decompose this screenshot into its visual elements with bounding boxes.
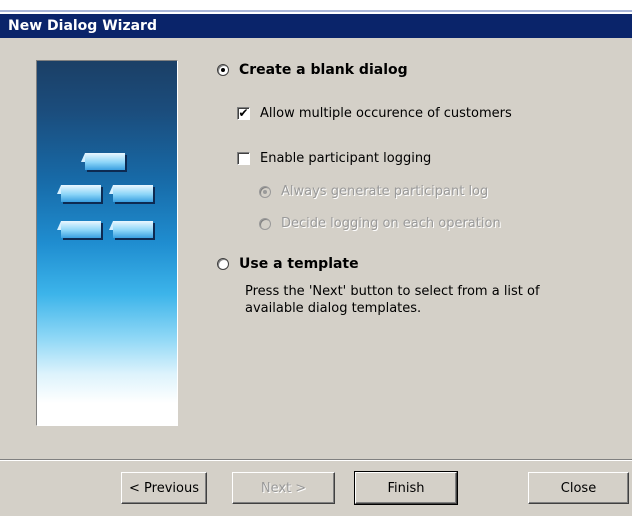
- template-description-line2: available dialog templates.: [245, 301, 422, 316]
- close-button[interactable]: Close: [528, 472, 629, 504]
- template-description: Press the 'Next' button to select from a…: [245, 283, 585, 317]
- create-blank-option[interactable]: Create a blank dialog: [217, 62, 408, 78]
- use-template-option[interactable]: Use a template: [217, 256, 359, 272]
- enable-logging-option[interactable]: Enable participant logging: [237, 151, 431, 166]
- previous-button[interactable]: < Previous: [121, 472, 207, 504]
- use-template-radio[interactable]: [217, 258, 229, 270]
- decide-logging-label: Decide logging on each operation: [281, 216, 501, 231]
- block-icon: [109, 221, 153, 238]
- always-generate-radio: [259, 185, 271, 198]
- enable-logging-label: Enable participant logging: [260, 151, 432, 166]
- template-description-line1: Press the 'Next' button to select from a…: [245, 284, 540, 299]
- block-icon: [81, 153, 125, 170]
- always-generate-option: Always generate participant log: [259, 184, 488, 199]
- top-strip: [0, 0, 632, 14]
- decide-logging-radio: [259, 217, 271, 230]
- block-icon: [57, 221, 101, 238]
- next-button[interactable]: Next >: [232, 472, 335, 504]
- create-blank-radio[interactable]: [217, 64, 229, 76]
- block-icon: [57, 185, 101, 202]
- finish-button[interactable]: Finish: [354, 471, 458, 505]
- decide-logging-option: Decide logging on each operation: [259, 216, 501, 231]
- block-icon: [109, 185, 153, 202]
- always-generate-label: Always generate participant log: [281, 184, 489, 199]
- button-separator: [0, 459, 632, 461]
- allow-multiple-label: Allow multiple occurence of customers: [260, 106, 512, 121]
- allow-multiple-checkbox[interactable]: ✔: [237, 107, 250, 120]
- enable-logging-checkbox[interactable]: [237, 152, 250, 165]
- create-blank-label: Create a blank dialog: [239, 62, 408, 78]
- window-title: New Dialog Wizard: [0, 14, 632, 38]
- wizard-banner-image: [36, 60, 178, 426]
- use-template-label: Use a template: [239, 256, 359, 272]
- allow-multiple-option[interactable]: ✔ Allow multiple occurence of customers: [237, 106, 512, 121]
